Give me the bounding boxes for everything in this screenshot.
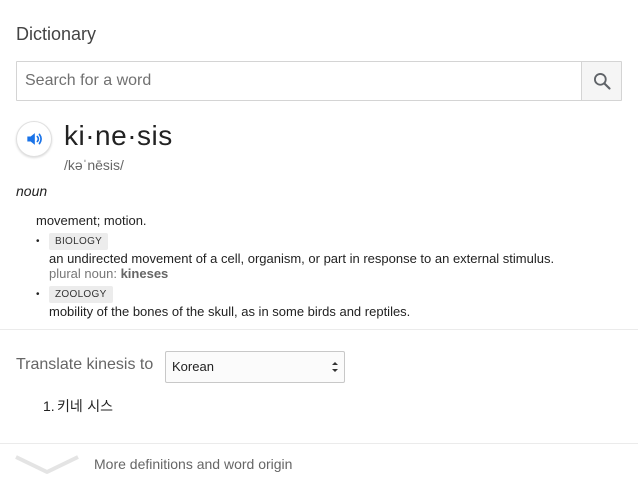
list-bullet: • [36,289,40,300]
section-divider [0,329,638,330]
chevron-down-icon[interactable] [14,454,80,476]
phonetic-spelling: /kəˈnēsis/ [64,157,124,173]
search-icon [593,73,611,90]
speaker-icon [27,133,42,145]
sense-definition: an undirected movement of a cell, organi… [49,251,555,266]
language-select-value: Korean [172,359,214,374]
pronunciation-button[interactable] [16,121,52,157]
translate-label: Translate kinesis to [16,356,154,373]
subject-tag: BIOLOGY [49,233,109,250]
search-button[interactable] [581,62,621,100]
dictionary-title: Dictionary [16,24,97,44]
search-box [16,61,622,101]
main-definition: movement; motion. [36,213,147,228]
subject-tag: ZOOLOGY [49,286,113,303]
select-arrows-icon [332,362,338,372]
section-divider [0,443,638,444]
translation-result: 키네 시스 [57,399,113,415]
search-input[interactable] [17,62,582,100]
plural-value: kineses [120,266,169,281]
list-bullet: • [36,236,40,247]
more-definitions-link[interactable]: More definitions and word origin [94,456,292,472]
dictionary-card: Dictionary ki·ne·sis /kəˈnēsis/ noun mov… [0,0,638,484]
translation-number: 1. [43,398,55,414]
sense-definition: mobility of the bones of the skull, as i… [49,304,411,319]
part-of-speech: noun [16,183,48,199]
headword: ki·ne·sis [64,120,173,151]
language-select[interactable]: Korean [165,351,345,383]
plural-label: plural noun: [49,266,117,281]
plural-form: plural noun: kineses [49,266,168,281]
